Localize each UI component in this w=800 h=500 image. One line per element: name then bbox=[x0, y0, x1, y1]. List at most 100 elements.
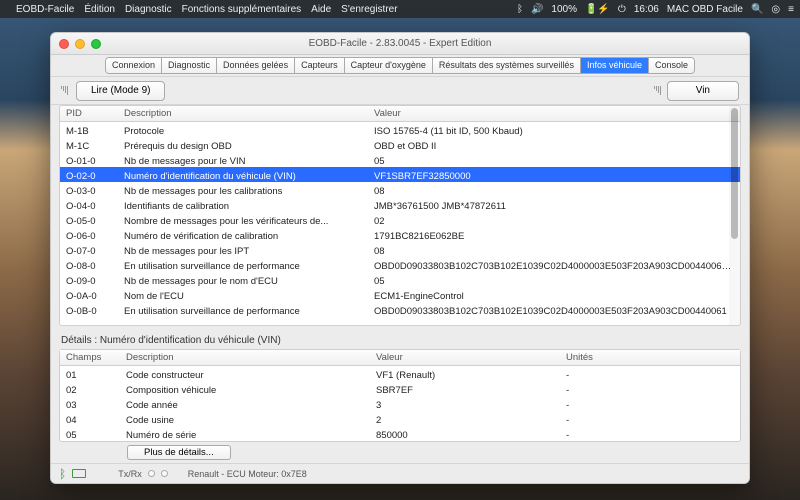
details-table: Champs Description Valeur Unités 01Code … bbox=[59, 349, 741, 442]
scrollbar[interactable] bbox=[729, 106, 740, 325]
details-panel: Détails : Numéro d'identification du véh… bbox=[59, 332, 741, 463]
cell-pid: O-0A-0 bbox=[60, 287, 118, 302]
table-row[interactable]: O-06-0Numéro de vérification de calibrat… bbox=[60, 227, 740, 242]
tab-donn-es-gel-es[interactable]: Données gelées bbox=[217, 58, 295, 73]
cell-unit: - bbox=[560, 411, 740, 426]
vin-button[interactable]: Vin bbox=[667, 81, 739, 101]
safari-icon[interactable]: ◎ bbox=[771, 4, 780, 15]
details-row[interactable]: 05Numéro de série850000- bbox=[60, 426, 740, 441]
details-row[interactable]: 01Code constructeurVF1 (Renault)- bbox=[60, 366, 740, 381]
tab-console[interactable]: Console bbox=[649, 58, 694, 73]
table-body[interactable]: M-1BProtocoleISO 15765-4 (11 bit ID, 500… bbox=[60, 122, 740, 325]
read-mode9-button[interactable]: Lire (Mode 9) bbox=[76, 81, 165, 101]
mac-menubar: EOBD-Facile Édition Diagnostic Fonctions… bbox=[0, 0, 800, 18]
cell-pid: O-05-0 bbox=[60, 212, 118, 227]
tab-diagnostic[interactable]: Diagnostic bbox=[162, 58, 217, 73]
window-title: EOBD-Facile - 2.83.0045 - Expert Edition bbox=[51, 38, 749, 49]
menubar-item[interactable]: Fonctions supplémentaires bbox=[182, 4, 302, 15]
details-body[interactable]: 01Code constructeurVF1 (Renault)-02Compo… bbox=[60, 366, 740, 441]
menubar-item[interactable]: Aide bbox=[311, 4, 331, 15]
battery-icon[interactable]: 🔋⚡ bbox=[585, 4, 610, 15]
cell-unit: - bbox=[560, 426, 740, 441]
cell-pid: O-04-0 bbox=[60, 197, 118, 212]
cell-desc: En utilisation surveillance de performan… bbox=[118, 302, 368, 317]
table-row[interactable]: O-0B-0En utilisation surveillance de per… bbox=[60, 302, 740, 317]
table-row[interactable]: O-05-0Nombre de messages pour les vérifi… bbox=[60, 212, 740, 227]
keyboard-icon bbox=[72, 469, 86, 478]
bluetooth-status-icon: ᛒ bbox=[59, 467, 66, 481]
cell-pid: O-03-0 bbox=[60, 182, 118, 197]
txrx-label: Tx/Rx bbox=[118, 469, 142, 479]
table-row[interactable]: O-07-0Nb de messages pour les IPT08 bbox=[60, 242, 740, 257]
col-header-desc[interactable]: Description bbox=[118, 106, 368, 121]
cell-desc: Code constructeur bbox=[120, 366, 370, 381]
control-center-icon[interactable]: ⏻ bbox=[618, 4, 626, 15]
table-row[interactable]: M-1CPrérequis du design OBDOBD et OBD II bbox=[60, 137, 740, 152]
cell-champs: 03 bbox=[60, 396, 120, 411]
tab-infos-v-hicule[interactable]: Infos véhicule bbox=[581, 58, 649, 73]
cell-champs: 02 bbox=[60, 381, 120, 396]
table-row[interactable]: O-08-0En utilisation surveillance de per… bbox=[60, 257, 740, 272]
signal-icon bbox=[654, 86, 661, 95]
cell-champs: 04 bbox=[60, 411, 120, 426]
volume-pct: 100% bbox=[551, 4, 577, 15]
details-row[interactable]: 02Composition véhiculeSBR7EF- bbox=[60, 381, 740, 396]
details-row[interactable]: 04Code usine2- bbox=[60, 411, 740, 426]
cell-unit: - bbox=[560, 366, 740, 381]
menubar-time[interactable]: 16:06 bbox=[634, 4, 659, 15]
cell-champs: 01 bbox=[60, 366, 120, 381]
cell-val: VF1 (Renault) bbox=[370, 366, 560, 381]
table-row[interactable]: O-03-0Nb de messages pour les calibratio… bbox=[60, 182, 740, 197]
menubar-app[interactable]: EOBD-Facile bbox=[16, 4, 74, 15]
menubar-label: MAC OBD Facile bbox=[667, 4, 743, 15]
cell-desc: Code usine bbox=[120, 411, 370, 426]
cell-pid: M-1C bbox=[60, 137, 118, 152]
cell-val: SBR7EF bbox=[370, 381, 560, 396]
cell-val: 3 bbox=[370, 396, 560, 411]
cell-val: 2 bbox=[370, 411, 560, 426]
spotlight-icon[interactable]: 🔍 bbox=[751, 4, 763, 15]
table-row[interactable]: O-09-0Nb de messages pour le nom d'ECU05 bbox=[60, 272, 740, 287]
more-details-button[interactable]: Plus de détails... bbox=[127, 445, 231, 460]
titlebar[interactable]: EOBD-Facile - 2.83.0045 - Expert Edition bbox=[51, 33, 749, 55]
cell-val: 08 bbox=[368, 182, 740, 197]
bluetooth-icon[interactable]: ᛒ bbox=[517, 4, 523, 15]
col-header-pid[interactable]: PID bbox=[60, 106, 118, 121]
cell-desc: Nb de messages pour les calibrations bbox=[118, 182, 368, 197]
table-row[interactable]: O-04-0Identifiants de calibrationJMB*367… bbox=[60, 197, 740, 212]
rx-led-icon bbox=[161, 470, 168, 477]
tab-connexion[interactable]: Connexion bbox=[106, 58, 162, 73]
col-header-unites[interactable]: Unités bbox=[560, 350, 740, 365]
tab-segmented: ConnexionDiagnosticDonnées geléesCapteur… bbox=[105, 57, 695, 74]
table-row[interactable]: O-01-0Nb de messages pour le VIN05 bbox=[60, 152, 740, 167]
col-header-champs[interactable]: Champs bbox=[60, 350, 120, 365]
scrollbar-thumb[interactable] bbox=[731, 108, 738, 239]
table-row[interactable]: M-1BProtocoleISO 15765-4 (11 bit ID, 500… bbox=[60, 122, 740, 137]
volume-icon[interactable]: 🔊 bbox=[531, 4, 543, 15]
cell-val: ISO 15765-4 (11 bit ID, 500 Kbaud) bbox=[368, 122, 740, 137]
cell-desc: Nb de messages pour le nom d'ECU bbox=[118, 272, 368, 287]
cell-val: 05 bbox=[368, 152, 740, 167]
menubar-item[interactable]: Édition bbox=[84, 4, 115, 15]
details-row[interactable]: 03Code année3- bbox=[60, 396, 740, 411]
cell-pid: O-01-0 bbox=[60, 152, 118, 167]
col-header-val[interactable]: Valeur bbox=[368, 106, 740, 121]
signal-icon bbox=[61, 86, 68, 95]
col-header-description[interactable]: Description bbox=[120, 350, 370, 365]
tab-capteur-d-oxyg-ne[interactable]: Capteur d'oxygène bbox=[345, 58, 433, 73]
tab-capteurs[interactable]: Capteurs bbox=[295, 58, 345, 73]
table-row[interactable]: O-0A-0Nom de l'ECUECM1-EngineControl bbox=[60, 287, 740, 302]
menubar-item[interactable]: S'enregistrer bbox=[341, 4, 397, 15]
col-header-valeur[interactable]: Valeur bbox=[370, 350, 560, 365]
menubar-item[interactable]: Diagnostic bbox=[125, 4, 172, 15]
ecu-status: Renault - ECU Moteur: 0x7E8 bbox=[188, 469, 307, 479]
table-row[interactable]: O-02-0Numéro d'identification du véhicul… bbox=[60, 167, 740, 182]
notifications-icon[interactable]: ≡ bbox=[788, 4, 794, 15]
cell-val: OBD et OBD II bbox=[368, 137, 740, 152]
cell-val: 08 bbox=[368, 242, 740, 257]
cell-val: ECM1-EngineControl bbox=[368, 287, 740, 302]
tab-r-sultats-des-syst-mes-surveill-s[interactable]: Résultats des systèmes surveillés bbox=[433, 58, 581, 73]
tabbar: ConnexionDiagnosticDonnées geléesCapteur… bbox=[51, 55, 749, 77]
toolbar: Lire (Mode 9) Vin bbox=[51, 77, 749, 105]
cell-val: 05 bbox=[368, 272, 740, 287]
